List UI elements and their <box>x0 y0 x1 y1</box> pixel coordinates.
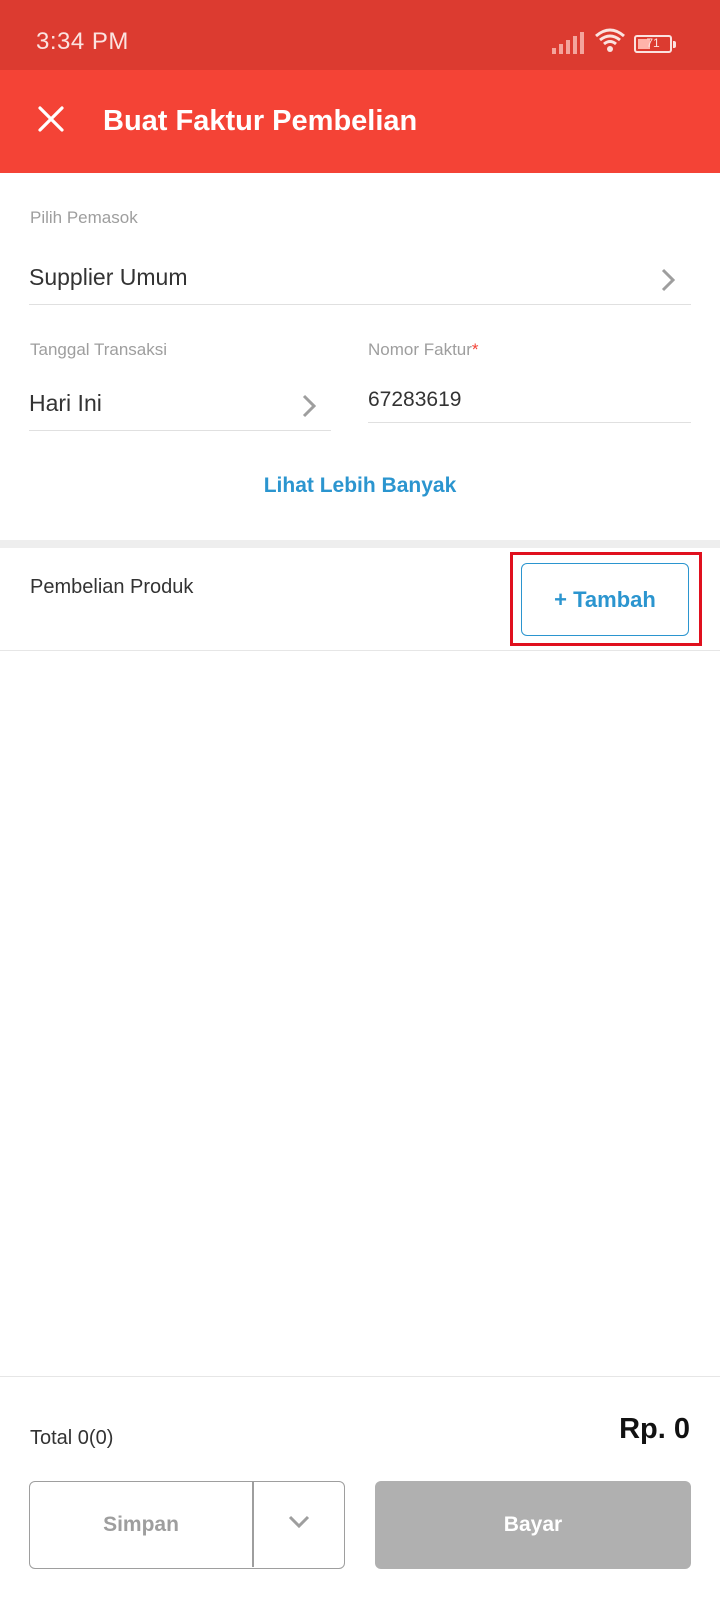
close-icon[interactable] <box>36 104 66 134</box>
save-button[interactable]: Simpan <box>30 1482 252 1567</box>
date-underline <box>29 430 331 431</box>
chevron-down-icon <box>288 1515 310 1529</box>
supplier-label: Pilih Pemasok <box>30 208 138 227</box>
signal-icon <box>552 32 584 54</box>
see-more-link[interactable]: Lihat Lebih Banyak <box>0 474 720 498</box>
invoice-underline <box>368 422 691 423</box>
supplier-underline <box>29 304 691 305</box>
highlight-box <box>510 552 702 646</box>
app-bar: Buat Faktur Pembelian <box>0 70 720 173</box>
battery-percent: 71 <box>646 36 660 50</box>
total-label: Total 0(0) <box>30 1427 114 1449</box>
footer-divider <box>0 1376 720 1377</box>
date-value: Hari Ini <box>29 390 102 416</box>
total-value: Rp. 0 <box>619 1413 690 1445</box>
supplier-value: Supplier Umum <box>29 264 188 290</box>
invoice-label: Nomor Faktur* <box>368 340 479 359</box>
battery-icon: 71 <box>634 35 676 53</box>
invoice-number-value: 67283619 <box>368 388 462 411</box>
date-selector[interactable]: Hari Ini <box>29 378 331 430</box>
invoice-number-field[interactable]: 67283619 <box>368 378 691 422</box>
section-divider <box>0 540 720 548</box>
required-marker: * <box>471 340 479 359</box>
chevron-right-icon <box>661 268 675 292</box>
supplier-selector[interactable]: Supplier Umum <box>29 250 691 305</box>
product-purchase-title: Pembelian Produk <box>30 576 194 598</box>
chevron-right-icon <box>302 394 316 418</box>
date-label: Tanggal Transaksi <box>30 340 168 359</box>
status-time: 3:34 PM <box>36 28 129 55</box>
status-bar: 3:34 PM 71 <box>0 0 720 70</box>
pay-button[interactable]: Bayar <box>375 1481 691 1569</box>
wifi-icon <box>595 28 625 52</box>
page-title: Buat Faktur Pembelian <box>103 105 418 137</box>
save-options-button[interactable] <box>253 1482 344 1567</box>
save-button-group: Simpan <box>29 1481 345 1569</box>
section-underline <box>0 650 720 651</box>
